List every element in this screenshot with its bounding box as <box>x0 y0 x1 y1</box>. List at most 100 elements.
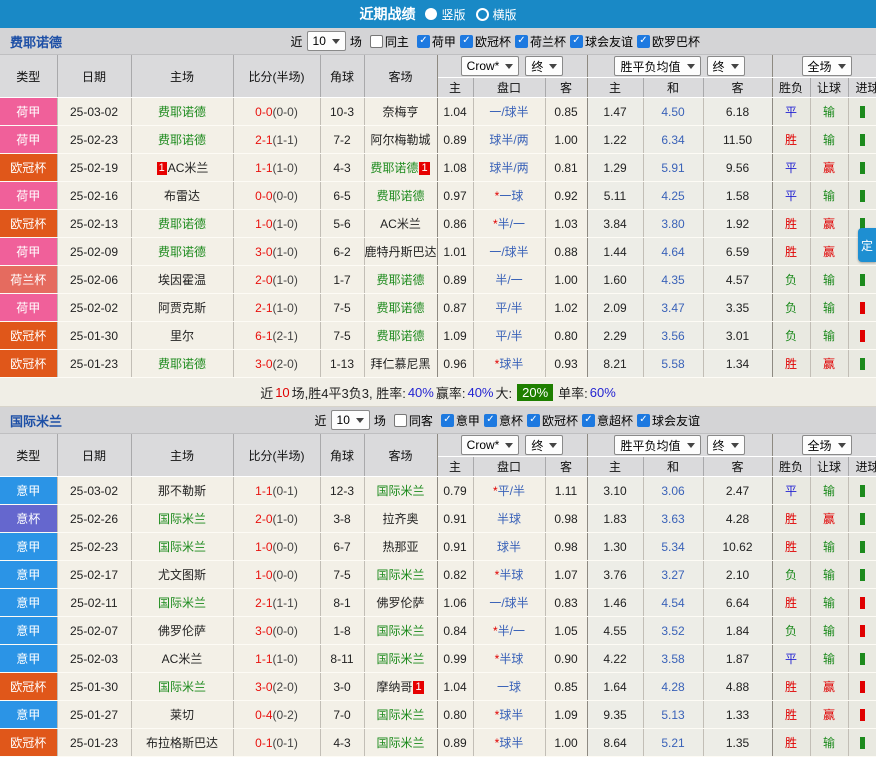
team-link[interactable]: 国际米兰 <box>158 540 206 554</box>
team-link[interactable]: 埃因霍温 <box>158 273 206 287</box>
team-link[interactable]: AC米兰 <box>380 217 421 231</box>
team-link[interactable]: 费耶诺德 <box>158 105 206 119</box>
team-link[interactable]: 布雷达 <box>164 189 200 203</box>
match-row: 意甲25-02-07佛罗伦萨3-0(0-0)1-8国际米兰0.84*半/一1.0… <box>0 617 876 645</box>
checkbox-checked-icon[interactable]: ✓ <box>637 414 650 427</box>
team-link[interactable]: 国际米兰 <box>376 708 424 722</box>
team-link[interactable]: 佛罗伦萨 <box>158 624 206 638</box>
league-filter[interactable]: ✓荷兰杯 <box>515 33 566 50</box>
checkbox-checked-icon[interactable]: ✓ <box>637 35 650 48</box>
final-odds-select[interactable]: 终 <box>525 435 563 455</box>
team-link[interactable]: 鹿特丹斯巴达 <box>365 245 437 259</box>
odds-company-select[interactable]: Crow* <box>461 435 520 455</box>
team-link[interactable]: 国际米兰 <box>158 680 206 694</box>
match-count-select[interactable]: 10 <box>307 31 346 51</box>
final-odds-select[interactable]: 终 <box>707 56 745 76</box>
view-option-horizontal[interactable]: 横版 <box>476 6 517 23</box>
half-time-score: (1-0) <box>273 161 298 175</box>
league-filter[interactable]: ✓意杯 <box>484 412 523 429</box>
team-link[interactable]: 那不勒斯 <box>158 484 206 498</box>
team-link[interactable]: AC米兰 <box>162 652 203 666</box>
checkbox-checked-icon[interactable]: ✓ <box>582 414 595 427</box>
team-link[interactable]: 国际米兰 <box>376 652 424 666</box>
match-date: 25-02-13 <box>57 210 131 238</box>
team-link[interactable]: 费耶诺德 <box>158 357 206 371</box>
away-team-cell: 费耶诺德 <box>364 266 437 294</box>
team-link[interactable]: 阿尔梅勒城 <box>370 133 430 147</box>
checkbox-checked-icon[interactable]: ✓ <box>460 35 473 48</box>
team-link[interactable]: 奈梅亨 <box>382 105 418 119</box>
score-cell: 2-1(1-0) <box>233 294 320 322</box>
score-cell: 2-1(1-1) <box>233 126 320 154</box>
same-venue-filter[interactable]: 同主 <box>370 33 409 50</box>
team-link[interactable]: 费耶诺德 <box>376 329 424 343</box>
team-link[interactable]: 里尔 <box>170 329 194 343</box>
team-link[interactable]: 费耶诺德 <box>370 161 418 175</box>
lose-odds: 1.35 <box>703 729 772 757</box>
corners-cell: 12-3 <box>320 477 364 505</box>
half-time-score: (2-0) <box>273 680 298 694</box>
team-link[interactable]: 拉齐奥 <box>382 512 418 526</box>
team-link[interactable]: 国际米兰 <box>158 596 206 610</box>
league-filter[interactable]: ✓荷甲 <box>417 33 456 50</box>
league-filter[interactable]: ✓意超杯 <box>582 412 633 429</box>
league-filter[interactable]: ✓意甲 <box>441 412 480 429</box>
team-name[interactable]: 国际米兰 <box>10 411 62 430</box>
same-venue-filter[interactable]: 同客 <box>394 412 433 429</box>
half-time-score: (1-0) <box>273 652 298 666</box>
final-odds-select[interactable]: 终 <box>707 435 745 455</box>
checkbox-unchecked-icon[interactable] <box>394 414 407 427</box>
team-link[interactable]: 热那亚 <box>382 540 418 554</box>
team-link[interactable]: 尤文图斯 <box>158 568 206 582</box>
team-link[interactable]: 国际米兰 <box>376 484 424 498</box>
team-link[interactable]: 费耶诺德 <box>158 133 206 147</box>
home-team-cell: 佛罗伦萨 <box>131 617 233 645</box>
team-link[interactable]: 国际米兰 <box>376 624 424 638</box>
odds-company-select[interactable]: Crow* <box>461 56 520 76</box>
team-link[interactable]: 阿贾克斯 <box>158 301 206 315</box>
final-odds-select[interactable]: 终 <box>525 56 563 76</box>
wdl-metric-select[interactable]: 胜平负均值 <box>614 435 700 455</box>
league-filter[interactable]: ✓欧冠杯 <box>527 412 578 429</box>
radio-unselected-icon[interactable] <box>476 8 489 21</box>
side-tab-button[interactable]: 定 <box>858 228 876 262</box>
view-option-vertical[interactable]: 竖版 <box>425 6 465 23</box>
team-link[interactable]: 佛罗伦萨 <box>376 596 424 610</box>
team-link[interactable]: 拜仁慕尼黑 <box>370 357 430 371</box>
wdl-result: 胜 <box>772 729 810 757</box>
summary-text: 赢率: <box>436 383 466 402</box>
league-filter[interactable]: ✓欧罗巴杯 <box>637 33 700 50</box>
team-link[interactable]: 费耶诺德 <box>158 217 206 231</box>
league-filter-label: 荷甲 <box>432 33 456 50</box>
team-link[interactable]: AC米兰 <box>168 161 209 175</box>
checkbox-unchecked-icon[interactable] <box>370 35 383 48</box>
team-link[interactable]: 布拉格斯巴达 <box>146 736 218 750</box>
league-filter[interactable]: ✓球会友谊 <box>637 412 700 429</box>
wdl-metric-select[interactable]: 胜平负均值 <box>614 56 700 76</box>
league-filter[interactable]: ✓球会友谊 <box>570 33 633 50</box>
scope-select[interactable]: 全场 <box>802 56 852 76</box>
checkbox-checked-icon[interactable]: ✓ <box>527 414 540 427</box>
team-link[interactable]: 摩纳哥 <box>376 680 412 694</box>
home-handicap-odds: 0.87 <box>437 294 473 322</box>
checkbox-checked-icon[interactable]: ✓ <box>417 35 430 48</box>
match-date: 25-03-02 <box>57 98 131 126</box>
half-time-score: (0-0) <box>273 624 298 638</box>
team-link[interactable]: 费耶诺德 <box>376 189 424 203</box>
radio-selected-icon[interactable] <box>425 8 437 20</box>
team-name[interactable]: 费耶诺德 <box>10 32 62 51</box>
team-link[interactable]: 国际米兰 <box>376 736 424 750</box>
scope-select[interactable]: 全场 <box>802 435 852 455</box>
team-link[interactable]: 国际米兰 <box>158 512 206 526</box>
league-filter[interactable]: ✓欧冠杯 <box>460 33 511 50</box>
team-link[interactable]: 国际米兰 <box>376 568 424 582</box>
team-link[interactable]: 费耶诺德 <box>376 301 424 315</box>
checkbox-checked-icon[interactable]: ✓ <box>570 35 583 48</box>
team-link[interactable]: 莱切 <box>170 708 194 722</box>
team-link[interactable]: 费耶诺德 <box>376 273 424 287</box>
checkbox-checked-icon[interactable]: ✓ <box>484 414 497 427</box>
checkbox-checked-icon[interactable]: ✓ <box>515 35 528 48</box>
checkbox-checked-icon[interactable]: ✓ <box>441 414 454 427</box>
match-count-select[interactable]: 10 <box>331 410 370 430</box>
team-link[interactable]: 费耶诺德 <box>158 245 206 259</box>
